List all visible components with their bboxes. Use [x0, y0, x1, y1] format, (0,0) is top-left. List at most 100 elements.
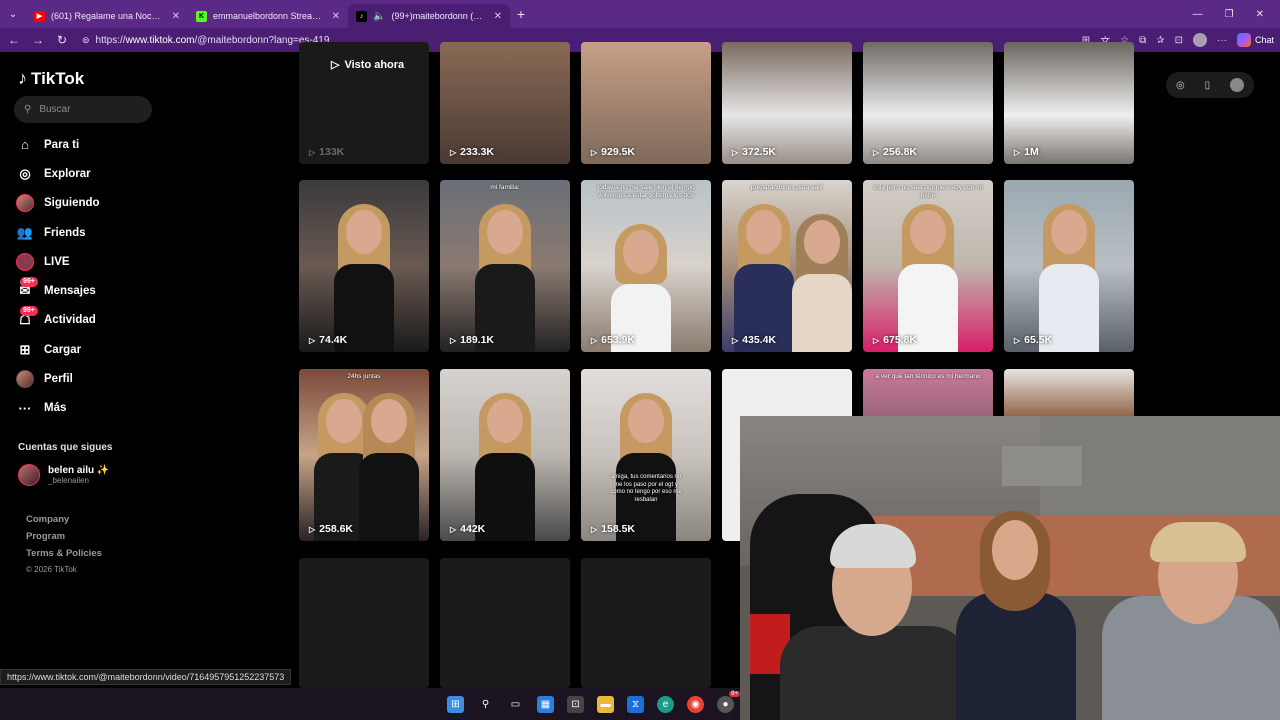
video-subject	[616, 393, 676, 541]
tiktok-logo[interactable]: ♪ TikTok	[18, 68, 84, 89]
video-thumbnail[interactable]: 24hs juntas ▷ 258.6K	[299, 369, 429, 541]
play-icon: ▷	[331, 59, 340, 71]
play-icon: ▷	[309, 147, 316, 157]
browser-tab-youtube[interactable]: ▶ (601) Regalame una Noche - YouT ✕	[26, 4, 188, 28]
back-arrow-icon[interactable]: ←	[6, 33, 22, 47]
video-thumbnail[interactable]: ▷ 372.5K	[722, 42, 852, 164]
vpn-icon[interactable]: ⧖	[627, 695, 644, 713]
kick-icon: K	[196, 10, 207, 22]
nav-label: Para ti	[44, 138, 80, 151]
speaker-icon[interactable]: 🔈	[373, 11, 385, 22]
nav-label: Siguiendo	[44, 197, 100, 210]
url-scheme: https://	[95, 34, 126, 46]
nav-item-cargar[interactable]: ⊞ Cargar	[16, 335, 166, 364]
tiktok-icon: ♪	[356, 10, 367, 22]
copyright: © 2026 TikTok	[26, 565, 77, 574]
nav-item-para-ti[interactable]: ⌂ Para ti	[16, 130, 166, 159]
footer-link-program[interactable]: Program	[26, 531, 102, 542]
tab-actions-chevron-icon[interactable]: ⌄	[0, 0, 26, 28]
video-placeholder	[581, 558, 711, 688]
notification-badge: 99+	[20, 277, 38, 288]
play-icon: ▷	[591, 147, 598, 157]
video-caption: preparándonos para salir	[750, 184, 824, 191]
site-info-icon[interactable]: ⊜	[82, 35, 90, 46]
app-icon[interactable]: ● 9+	[717, 690, 740, 713]
play-icon: ▷	[732, 147, 739, 157]
video-thumbnail[interactable]: ▷ 1M	[1004, 42, 1134, 164]
browser-tab-tiktok[interactable]: ♪ 🔈 (99+)maitebordonn (@maite ✕	[348, 4, 510, 28]
chrome-icon[interactable]: ◉	[687, 695, 704, 713]
more-options-icon[interactable]: ···	[1217, 35, 1227, 46]
video-thumbnail[interactable]: sola pero no sola porque estoy con mi be…	[863, 180, 993, 352]
brand-name: TikTok	[31, 68, 85, 88]
collections-icon[interactable]: ⊡	[1175, 35, 1183, 46]
tab-title: (99+)maitebordonn (@maite	[391, 11, 483, 21]
video-subject	[475, 204, 535, 352]
play-icon: ▷	[450, 335, 457, 345]
store-icon[interactable]: ⊡	[567, 695, 584, 713]
coin-icon[interactable]: ◎	[1176, 80, 1185, 91]
user-avatar[interactable]	[1230, 78, 1245, 92]
file-explorer-icon[interactable]: ▬	[597, 695, 614, 713]
search-icon: ⚲	[24, 104, 32, 115]
minimize-icon[interactable]: —	[1193, 9, 1203, 20]
browser-tab-kick[interactable]: K emmanuelbordonn Stream - Watc ✕	[188, 4, 348, 28]
task-view-icon[interactable]: ▭	[507, 696, 524, 713]
nav-item-mas[interactable]: ··· Más	[16, 394, 166, 423]
nav-item-mensajes[interactable]: ✉ 99+ Mensajes	[16, 276, 166, 305]
video-thumbnail[interactable]: mi familia: ▷ 189.1K	[440, 180, 570, 352]
nav-item-explorar[interactable]: ◎ Explorar	[16, 159, 166, 188]
video-thumbnail[interactable]: ▷ 256.8K	[863, 42, 993, 164]
footer-link-terms[interactable]: Terms & Policies	[26, 548, 102, 559]
nav-item-perfil[interactable]: Perfil	[16, 364, 166, 393]
tab-title: emmanuelbordonn Stream - Watc	[213, 11, 322, 21]
activity-icon: ☖ 99+	[16, 306, 38, 329]
device-icon[interactable]: ▯	[1205, 80, 1211, 91]
home-icon: ⌂	[21, 137, 29, 153]
nav-item-actividad[interactable]: ☖ 99+ Actividad	[16, 306, 166, 335]
windows-start-icon[interactable]: ⊞	[447, 695, 464, 713]
edge-icon[interactable]: e	[657, 695, 674, 713]
search-input[interactable]: ⚲ Buscar	[14, 96, 152, 123]
video-thumbnail[interactable]: ▷ 74.4K	[299, 180, 429, 352]
close-icon[interactable]: ✕	[494, 11, 502, 22]
nav-item-siguiendo[interactable]: Siguiendo	[16, 189, 166, 218]
forward-arrow-icon[interactable]: →	[30, 33, 46, 47]
view-count: ▷ 929.5K	[591, 146, 636, 158]
restore-icon[interactable]: ❐	[1225, 9, 1234, 20]
nav-item-live[interactable]: LIVE	[16, 247, 166, 276]
footer-link-company[interactable]: Company	[26, 514, 102, 525]
favorites-icon[interactable]: ✰	[1156, 35, 1164, 46]
following-section-title: Cuentas que sigues	[18, 442, 113, 453]
video-thumbnail[interactable]: amiga, tus comentarios no me los paso po…	[581, 369, 711, 541]
taskbar: ⊞ ⚲ ▭ ▦ ⊡ ▬ ⧖ e ◉ ● 9+	[0, 688, 740, 720]
following-account[interactable]: belen ailu ✨ _belenailen	[18, 464, 109, 486]
avatar-icon	[16, 194, 34, 213]
nav-label: Actividad	[44, 314, 96, 327]
nav-label: Más	[44, 402, 67, 415]
video-thumbnail[interactable]: todavía no me sale bien el tiempo volvem…	[581, 180, 711, 352]
video-thumbnail[interactable]: ▷ 442K	[440, 369, 570, 541]
new-tab-button[interactable]: +	[510, 6, 532, 22]
video-thumbnail[interactable]: ▷ Visto ahora ▷ 133K	[299, 42, 429, 164]
more-icon: ···	[18, 400, 32, 416]
video-thumbnail[interactable]: ▷ 65.5K	[1004, 180, 1134, 352]
play-icon: ▷	[450, 524, 457, 534]
video-thumbnail[interactable]: preparándonos para salir ▷ 435.4K	[722, 180, 852, 352]
video-thumbnail[interactable]: ▷ 233.3K	[440, 42, 570, 164]
video-thumbnail[interactable]: ▷ 929.5K	[581, 42, 711, 164]
view-count: ▷ 74.4K	[309, 334, 348, 346]
nav-item-friends[interactable]: 👥 Friends	[16, 218, 166, 247]
close-icon[interactable]: ✕	[172, 11, 180, 22]
extensions-icon[interactable]: ⧉	[1139, 35, 1146, 46]
account-handle: _belenailen	[48, 476, 89, 485]
play-icon: ▷	[591, 524, 598, 534]
search-icon[interactable]: ⚲	[477, 696, 494, 713]
refresh-icon[interactable]: ↻	[54, 33, 70, 47]
close-window-icon[interactable]: ✕	[1256, 9, 1264, 20]
widgets-icon[interactable]: ▦	[537, 695, 554, 713]
profile-avatar[interactable]	[1192, 33, 1207, 47]
copilot-chat-button[interactable]: Chat	[1236, 33, 1274, 47]
video-placeholder	[299, 558, 429, 688]
close-icon[interactable]: ✕	[332, 11, 340, 22]
